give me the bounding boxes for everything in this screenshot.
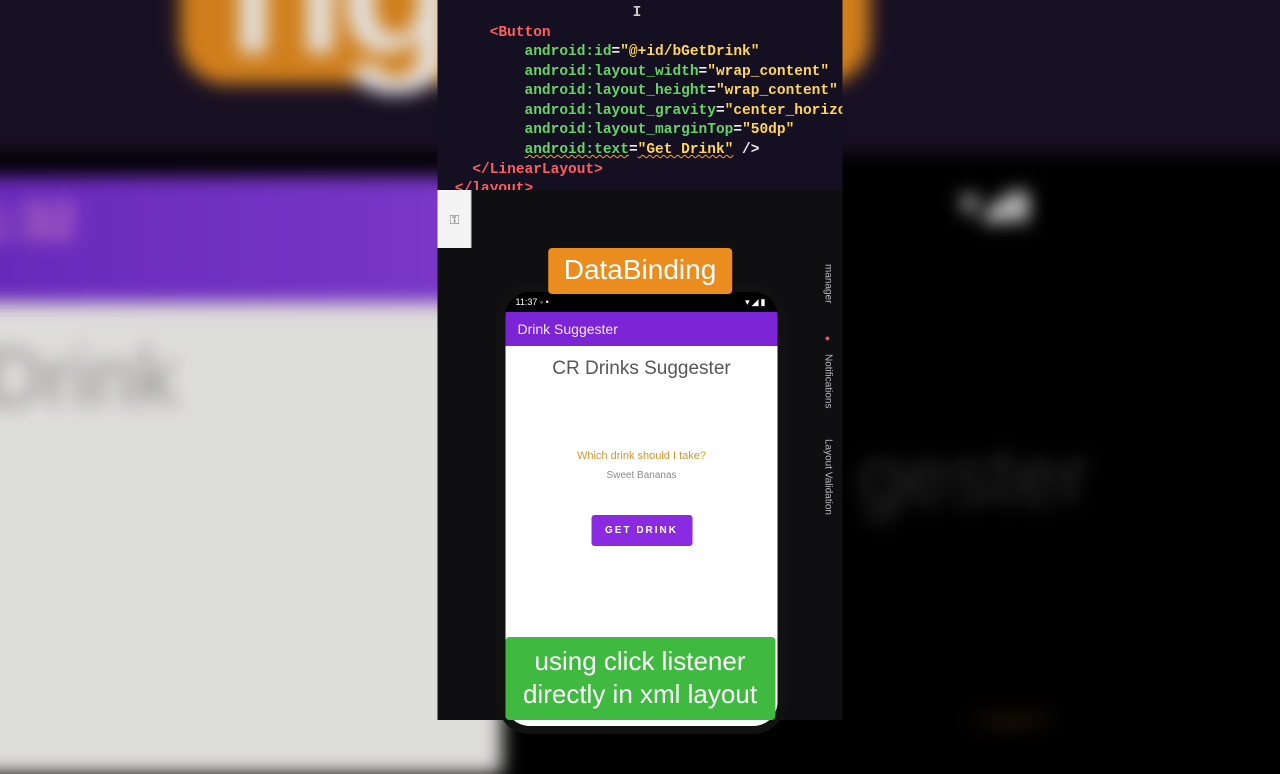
val-text: "Get Drink" [638,142,734,158]
xml-close-layout: </layout> [455,181,533,190]
emulator-panel: ⚿ DataBinding manager ● Notifications La… [438,190,843,720]
phone-status-right-icons: ▾◢▮ [745,297,767,308]
side-item-manager[interactable]: manager [822,260,835,307]
xml-close-linearlayout: </LinearLayout> [472,162,603,178]
xml-tag-button: <Button [490,25,551,41]
side-item-notifications[interactable]: Notifications [822,350,835,412]
databinding-badge: DataBinding [548,248,733,294]
side-item-layout-validation[interactable]: Layout Validation [822,435,835,519]
bg-orange-text: ng [226,0,451,84]
val-id: "@+id/bGetDrink" [620,44,759,60]
attr-margintop: android:layout_marginTop [525,122,734,138]
phone-status-bar: 11:37 ◦ • ▾◢▮ [506,292,778,312]
attr-id: android:id [525,44,612,60]
text-cursor-icon: I [633,5,642,21]
xml-self-close: /> [733,142,759,158]
caption-banner: using click listener directly in xml lay… [505,637,775,720]
val-gravity: "center_horizontal [725,103,843,119]
attr-text: android:text [525,142,629,158]
ide-side-rail: manager ● Notifications Layout Validatio… [822,260,835,519]
val-width: "wrap_content" [707,64,829,80]
app-title: CR Drinks Suggester [506,358,778,380]
app-prompt: Which drink should I take? [506,450,778,462]
key-icon: ⚿ [450,212,460,228]
val-margintop: "50dp" [742,122,794,138]
emulator-left-gutter: ⚿ [438,190,472,248]
bg-status-time: 11:32 [0,193,77,251]
bg-wifi-icon: ▾◢▮ [960,181,1031,227]
attr-gravity: android:layout_gravity [525,103,716,119]
bg-card-title-right: gester [859,429,1089,523]
attr-width: android:layout_width [525,64,699,80]
notification-dot-icon: ● [822,329,834,347]
phone-status-left-icons: ◦ • [540,297,549,307]
attr-height: android:layout_height [525,83,708,99]
xml-code-block: I <Button android:id="@+id/bGetDrink" an… [438,0,843,190]
foreground-column: I <Button android:id="@+id/bGetDrink" an… [438,0,843,720]
app-bar: Drink Suggester [506,312,778,346]
caption-line-1: using click listener [535,646,746,676]
get-drink-button[interactable]: GET DRINK [591,515,692,546]
app-result: Sweet Bananas [506,470,778,481]
val-height: "wrap_content" [716,83,838,99]
phone-status-time: 11:37 [516,297,538,307]
app-bar-title: Drink Suggester [518,321,618,337]
bg-card-title-left: Drink [0,331,178,425]
caption-line-2: directly in xml layout [523,679,757,709]
